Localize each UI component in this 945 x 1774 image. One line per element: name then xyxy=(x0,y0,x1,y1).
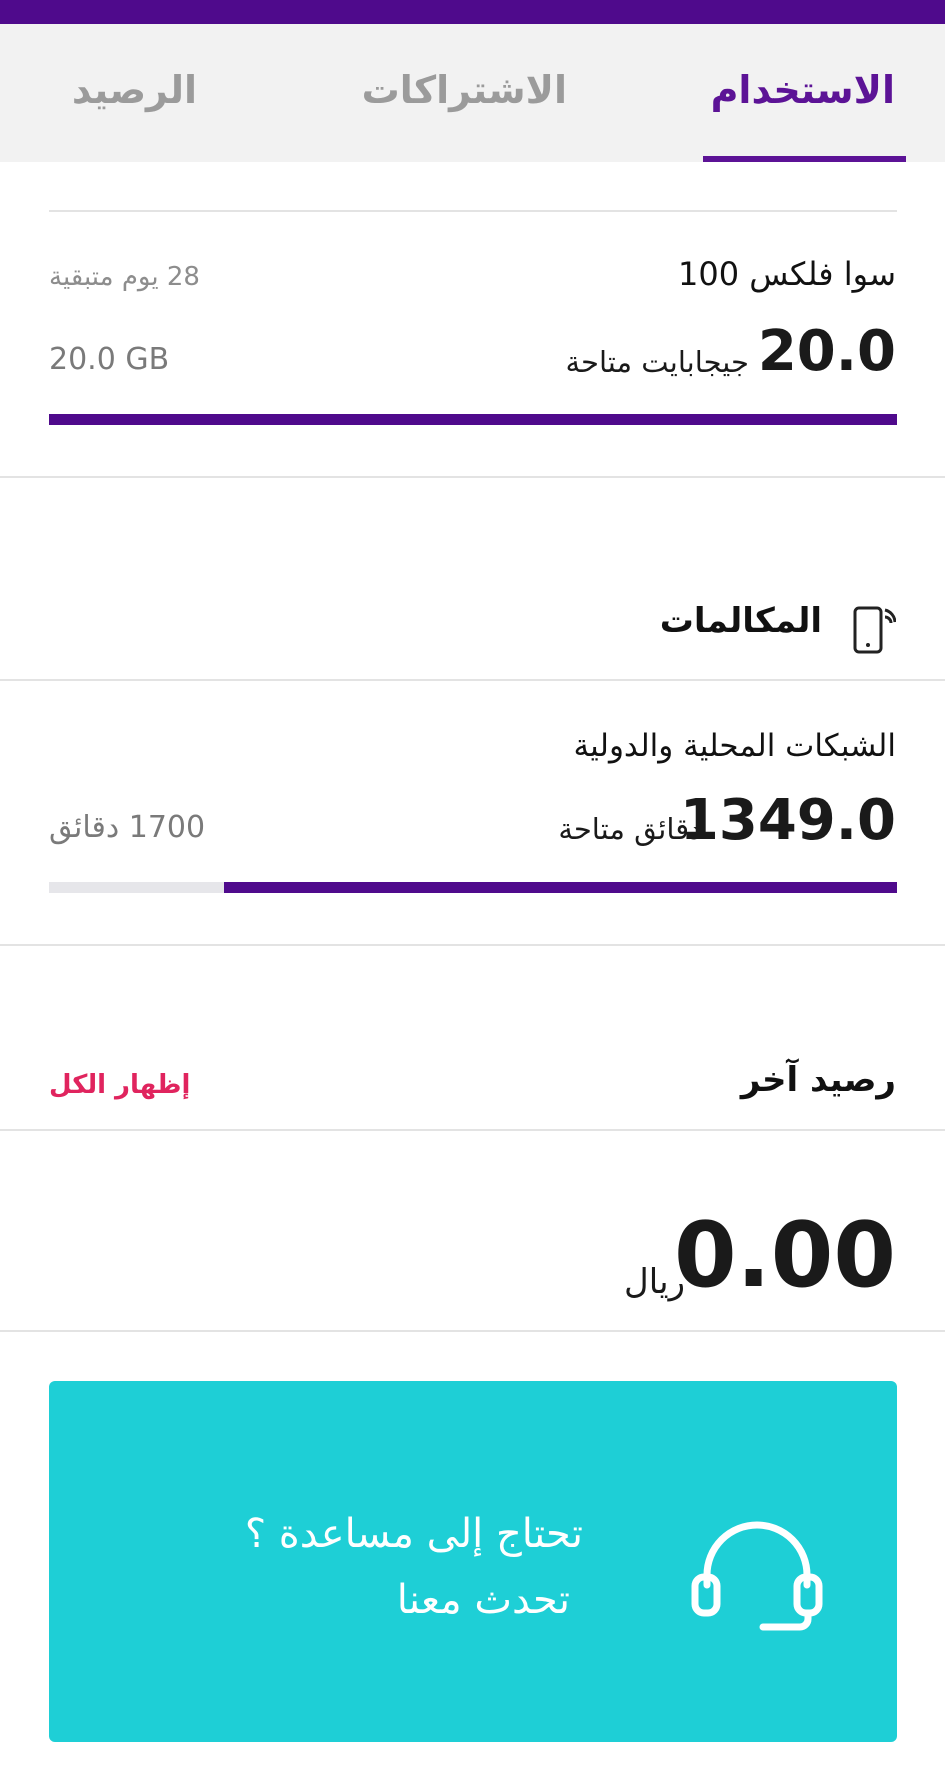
minutes-progress-fill xyxy=(224,882,897,893)
network-label: الشبكات المحلية والدولية xyxy=(573,728,896,764)
data-progress-fill xyxy=(49,414,897,425)
calls-section-title: المكالمات xyxy=(659,601,822,641)
data-total: 20.0 GB xyxy=(49,342,170,377)
divider xyxy=(0,1330,945,1332)
data-progress-bar xyxy=(49,414,897,425)
help-subtitle: تحدث معنا xyxy=(396,1577,570,1623)
tab-balance[interactable]: الرصيد xyxy=(72,68,197,112)
data-available-value: 20.0 xyxy=(757,319,896,384)
other-balance-title: رصيد آخر xyxy=(740,1060,896,1100)
divider xyxy=(49,210,897,212)
balance-amount: 0.00 xyxy=(673,1203,896,1308)
plan-name: سوا فلكس 100 xyxy=(677,255,896,293)
active-tab-indicator xyxy=(703,156,906,162)
minutes-progress-bar xyxy=(49,882,897,893)
status-bar-accent xyxy=(0,0,945,24)
help-chat-card[interactable]: تحتاج إلى مساعدة ؟ تحدث معنا xyxy=(49,1381,897,1742)
divider xyxy=(0,1129,945,1131)
tab-usage[interactable]: الاستخدام xyxy=(711,68,895,112)
divider xyxy=(0,944,945,946)
minutes-available-label: دقائق متاحة xyxy=(558,812,702,846)
divider xyxy=(0,476,945,478)
minutes-total: 1700 دقائق xyxy=(49,810,206,845)
headset-icon xyxy=(689,1521,825,1631)
tab-bar: الاستخدام الاشتراكات الرصيد xyxy=(0,24,945,162)
show-all-link[interactable]: إظهار الكل xyxy=(49,1070,190,1100)
remaining-days: 28 يوم متبقية xyxy=(49,262,200,292)
phone-call-icon xyxy=(848,602,897,658)
minutes-available-value: 1349.0 xyxy=(679,788,896,853)
tab-subscriptions[interactable]: الاشتراكات xyxy=(362,68,567,112)
balance-currency: ريال xyxy=(624,1262,685,1302)
data-available-label: جيجابايت متاحة xyxy=(565,345,749,379)
divider xyxy=(0,679,945,681)
help-title: تحتاج إلى مساعدة ؟ xyxy=(244,1511,583,1557)
